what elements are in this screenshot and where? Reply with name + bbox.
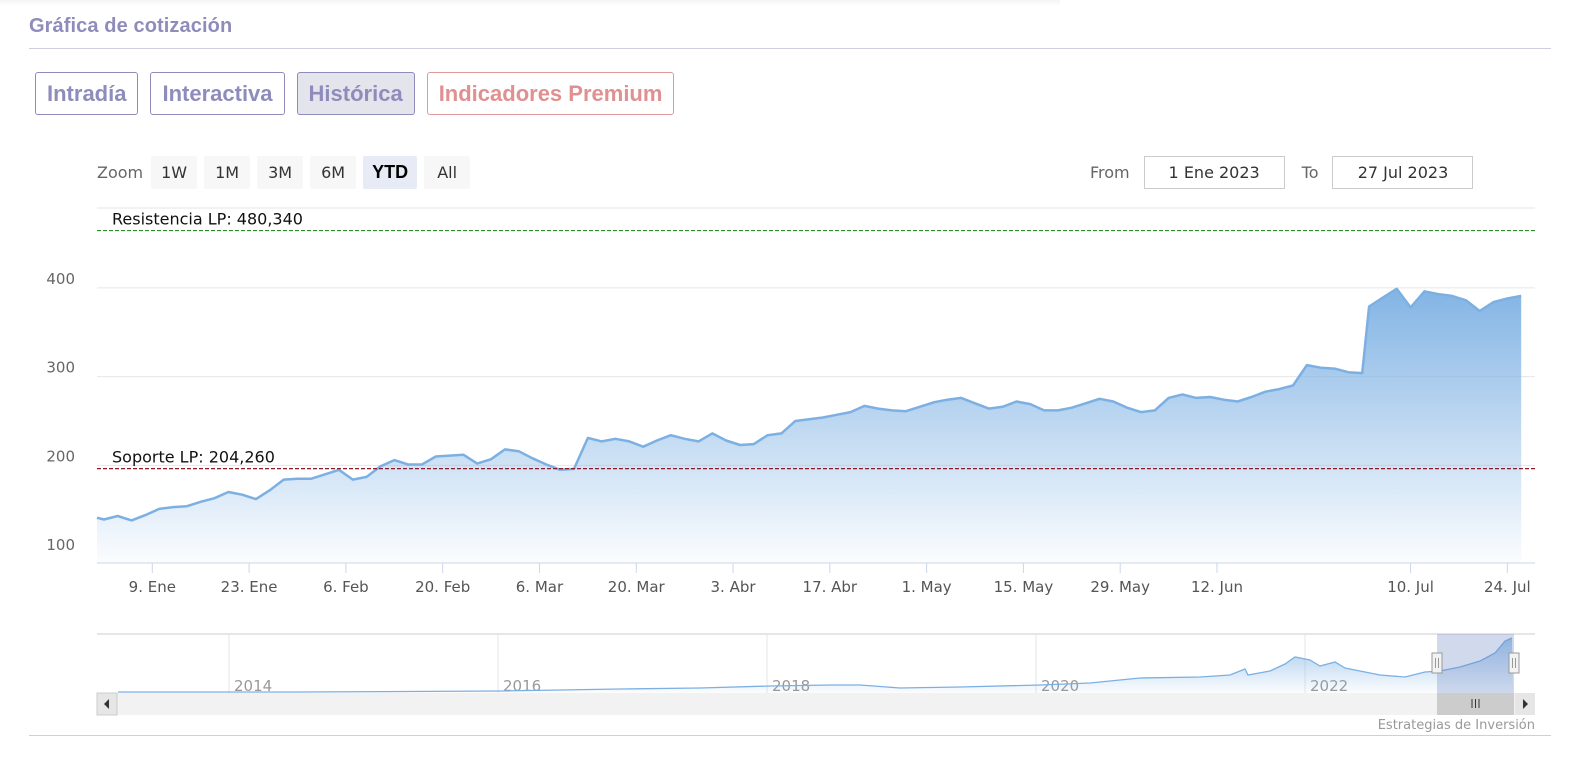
- x-tick-label: 20. Feb: [415, 578, 470, 596]
- scrollbar-track[interactable]: [97, 693, 1535, 715]
- section-title: Gráfica de cotización: [29, 15, 233, 37]
- x-tick-label: 15. May: [994, 578, 1054, 596]
- series-layer: [96, 287, 1522, 563]
- support-label: Soporte LP: 204,260: [112, 448, 275, 467]
- y-tick-label: 300: [46, 359, 75, 377]
- handle-body[interactable]: [1508, 652, 1520, 674]
- footer-divider: [29, 735, 1551, 736]
- series-area: [97, 288, 1522, 563]
- x-tick-label: 20. Mar: [608, 578, 666, 596]
- navigator-selected-range[interactable]: [1437, 634, 1514, 693]
- x-tick-label: 1. May: [902, 578, 952, 596]
- navigator[interactable]: 20142016201820202022: [96, 633, 1535, 716]
- navigator-handle-left[interactable]: [1431, 652, 1443, 674]
- y-axis: 100 200 300 400: [46, 270, 75, 554]
- tab-intradia[interactable]: Intradía: [35, 72, 139, 115]
- handle-body[interactable]: [1431, 652, 1443, 674]
- title-divider: [29, 48, 1551, 49]
- x-tick-label: 10. Jul: [1387, 578, 1434, 596]
- resistance-label: Resistencia LP: 480,340: [112, 210, 303, 229]
- chart-tabs: Intradía Interactiva Histórica Indicador…: [35, 72, 675, 115]
- chart-canvas[interactable]: 100 200 300 400 Resistencia LP: 480,340 Sopo…: [0, 140, 1583, 740]
- credits-label[interactable]: Estrategias de Inversión: [1378, 718, 1535, 733]
- y-tick-label: 200: [46, 447, 75, 465]
- y-tick-label: 100: [46, 536, 75, 554]
- tab-indicadores-premium[interactable]: Indicadores Premium: [426, 72, 675, 115]
- x-tick-label: 12. Jun: [1191, 578, 1243, 596]
- stock-chart: Zoom 1W 1M 3M 6M YTD All From To 1002003…: [0, 140, 1583, 740]
- x-tick-label: 6. Feb: [323, 578, 369, 596]
- x-tick-label: 3. Abr: [711, 578, 757, 596]
- x-tick-label: 24. Jul: [1484, 578, 1531, 596]
- navigator-handle-right[interactable]: [1508, 652, 1520, 674]
- x-tick-label: 29. May: [1090, 578, 1150, 596]
- x-tick-label: 17. Abr: [803, 578, 858, 596]
- tab-interactiva[interactable]: Interactiva: [150, 72, 285, 115]
- top-fade: [0, 0, 1060, 6]
- x-tick-label: 23. Ene: [221, 578, 278, 596]
- x-tick-label: 9. Ene: [129, 578, 176, 596]
- x-axis: 9. Ene 23. Ene 6. Feb 20. Feb 6. Mar 20. Mar 3…: [97, 562, 1535, 596]
- x-tick-label: 6. Mar: [516, 578, 564, 596]
- y-tick-label: 400: [46, 270, 75, 288]
- tab-historica[interactable]: Histórica: [296, 72, 415, 115]
